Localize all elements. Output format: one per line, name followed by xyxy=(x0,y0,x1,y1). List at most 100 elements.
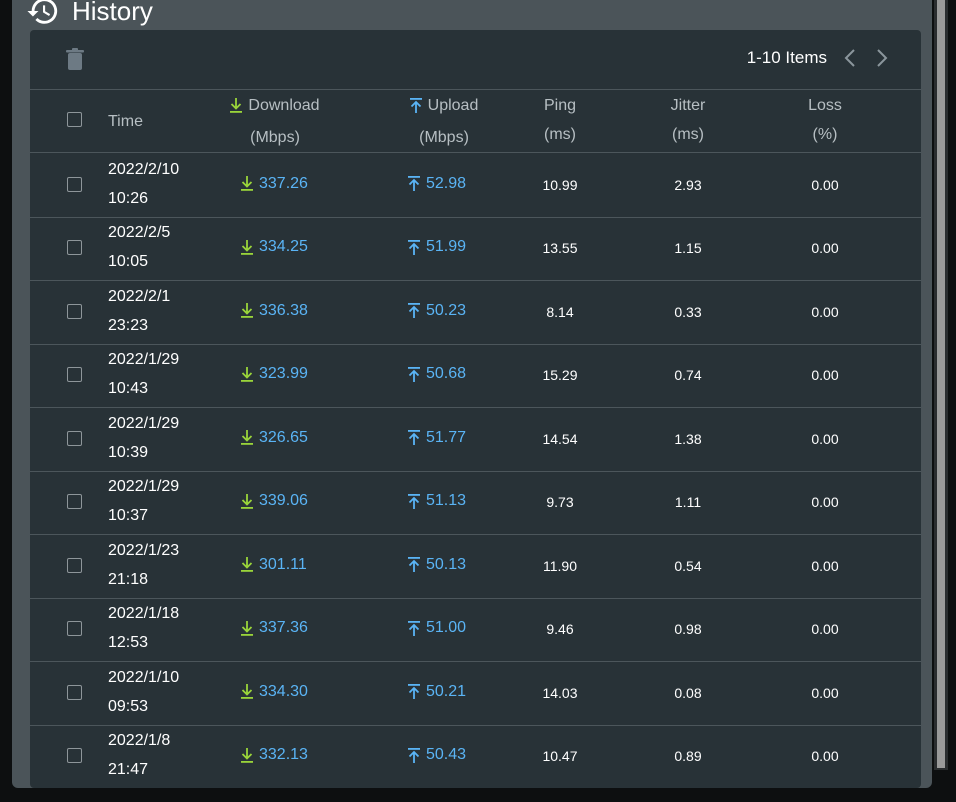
pager: 1-10 Items xyxy=(747,44,891,72)
upload-value[interactable]: 51.00 xyxy=(408,619,466,637)
row-checkbox[interactable] xyxy=(67,367,82,383)
upload-value[interactable]: 50.13 xyxy=(408,556,466,574)
chevron-right-icon[interactable] xyxy=(873,44,891,72)
ping-value: 9.46 xyxy=(546,621,574,638)
row-checkbox[interactable] xyxy=(67,430,82,446)
download-value[interactable]: 323.99 xyxy=(241,365,308,383)
col-time[interactable]: Time xyxy=(108,107,143,136)
trash-icon[interactable] xyxy=(66,48,84,75)
col-download-label: Download xyxy=(248,97,320,114)
ping-value: 13.55 xyxy=(542,240,578,257)
upload-icon xyxy=(408,176,420,192)
row-time-text: 10:37 xyxy=(108,507,149,525)
history-header: History xyxy=(26,0,153,28)
ping-value: 11.90 xyxy=(543,557,577,574)
upload-value[interactable]: 50.43 xyxy=(408,746,466,764)
col-jitter[interactable]: Jitter (ms) xyxy=(648,91,728,149)
download-value[interactable]: 332.13 xyxy=(241,746,308,764)
jitter-value: 0.98 xyxy=(674,621,702,638)
jitter-value: 0.54 xyxy=(674,557,702,574)
jitter-value: 1.15 xyxy=(674,240,702,257)
download-value[interactable]: 301.11 xyxy=(241,556,307,574)
download-icon xyxy=(241,557,253,573)
col-ping[interactable]: Ping (ms) xyxy=(520,91,600,149)
row-time: 2022/1/29 10:39 xyxy=(108,409,179,467)
upload-value[interactable]: 51.99 xyxy=(408,238,466,256)
page-title: History xyxy=(72,0,153,26)
ping-value: 14.03 xyxy=(542,684,578,701)
row-checkbox[interactable] xyxy=(67,621,82,637)
col-loss[interactable]: Loss (%) xyxy=(785,91,865,149)
select-all-checkbox[interactable] xyxy=(67,112,82,127)
upload-icon xyxy=(408,747,420,763)
loss-value: 0.00 xyxy=(811,367,839,384)
row-checkbox[interactable] xyxy=(67,494,82,510)
col-download[interactable]: Download (Mbps) xyxy=(215,91,335,152)
row-time: 2022/1/10 09:53 xyxy=(108,663,179,721)
row-checkbox[interactable] xyxy=(67,557,82,573)
upload-value[interactable]: 50.23 xyxy=(408,302,466,320)
download-icon xyxy=(241,303,253,319)
download-value[interactable]: 339.06 xyxy=(241,492,308,510)
row-time-text: 10:43 xyxy=(108,380,149,398)
upload-value[interactable]: 50.68 xyxy=(408,365,466,383)
download-icon xyxy=(241,684,253,700)
ping-value: 9.73 xyxy=(546,494,574,511)
row-time: 2022/2/10 10:26 xyxy=(108,155,179,213)
col-upload[interactable]: Upload (Mbps) xyxy=(384,91,504,152)
upload-value[interactable]: 50.21 xyxy=(408,683,466,701)
download-icon xyxy=(241,430,253,446)
download-value[interactable]: 337.26 xyxy=(241,175,308,193)
col-jitter-unit: (ms) xyxy=(672,126,704,143)
row-checkbox[interactable] xyxy=(67,176,82,192)
row-checkbox[interactable] xyxy=(67,240,82,256)
row-time: 2022/2/5 10:05 xyxy=(108,218,170,276)
upload-value[interactable]: 52.98 xyxy=(408,175,466,193)
scrollbar-thumb[interactable] xyxy=(937,0,945,768)
ping-value: 10.99 xyxy=(542,176,578,193)
download-value-text: 339.06 xyxy=(259,492,308,510)
row-checkbox[interactable] xyxy=(67,684,82,700)
download-icon xyxy=(241,176,253,192)
row-date-text: 2022/1/18 xyxy=(108,605,180,623)
upload-value-text: 52.98 xyxy=(426,174,467,192)
row-time-text: 09:53 xyxy=(108,697,149,715)
download-value[interactable]: 336.38 xyxy=(241,302,308,320)
row-time: 2022/2/1 23:23 xyxy=(108,282,170,340)
col-ping-label: Ping xyxy=(543,97,577,114)
col-jitter-label: Jitter xyxy=(670,97,706,114)
row-checkbox[interactable] xyxy=(67,303,82,319)
history-icon xyxy=(26,0,60,28)
row-date-text: 2022/2/1 xyxy=(108,287,171,305)
loss-value: 0.00 xyxy=(811,240,839,257)
row-time-text: 10:26 xyxy=(108,189,149,207)
download-value-text: 332.13 xyxy=(259,746,308,764)
page-scrollbar[interactable] xyxy=(934,0,948,770)
upload-icon xyxy=(408,303,420,319)
loss-value: 0.00 xyxy=(811,748,839,765)
upload-icon xyxy=(408,239,420,255)
upload-value[interactable]: 51.77 xyxy=(408,429,466,447)
download-value[interactable]: 337.36 xyxy=(241,619,308,637)
row-time-text: 23:23 xyxy=(108,316,149,334)
loss-value: 0.00 xyxy=(811,303,839,320)
row-time-text: 12:53 xyxy=(108,634,149,652)
download-value[interactable]: 334.25 xyxy=(241,238,308,256)
upload-icon xyxy=(408,366,420,382)
col-loss-label: Loss xyxy=(808,97,842,114)
chevron-left-icon[interactable] xyxy=(841,44,859,72)
upload-value[interactable]: 51.13 xyxy=(408,492,466,510)
ping-value: 8.14 xyxy=(546,303,574,320)
upload-value-text: 50.13 xyxy=(426,555,467,573)
download-value[interactable]: 334.30 xyxy=(241,683,308,701)
col-loss-unit: (%) xyxy=(812,126,838,143)
row-date-text: 2022/1/29 xyxy=(108,351,180,369)
row-date-text: 2022/2/5 xyxy=(108,224,171,242)
upload-value-text: 51.00 xyxy=(426,619,467,637)
col-upload-label: Upload xyxy=(427,97,479,114)
row-checkbox[interactable] xyxy=(67,748,82,764)
row-date-text: 2022/1/8 xyxy=(108,732,171,750)
ping-value: 14.54 xyxy=(542,430,578,447)
download-value-text: 337.26 xyxy=(259,174,308,192)
download-value[interactable]: 326.65 xyxy=(241,429,308,447)
